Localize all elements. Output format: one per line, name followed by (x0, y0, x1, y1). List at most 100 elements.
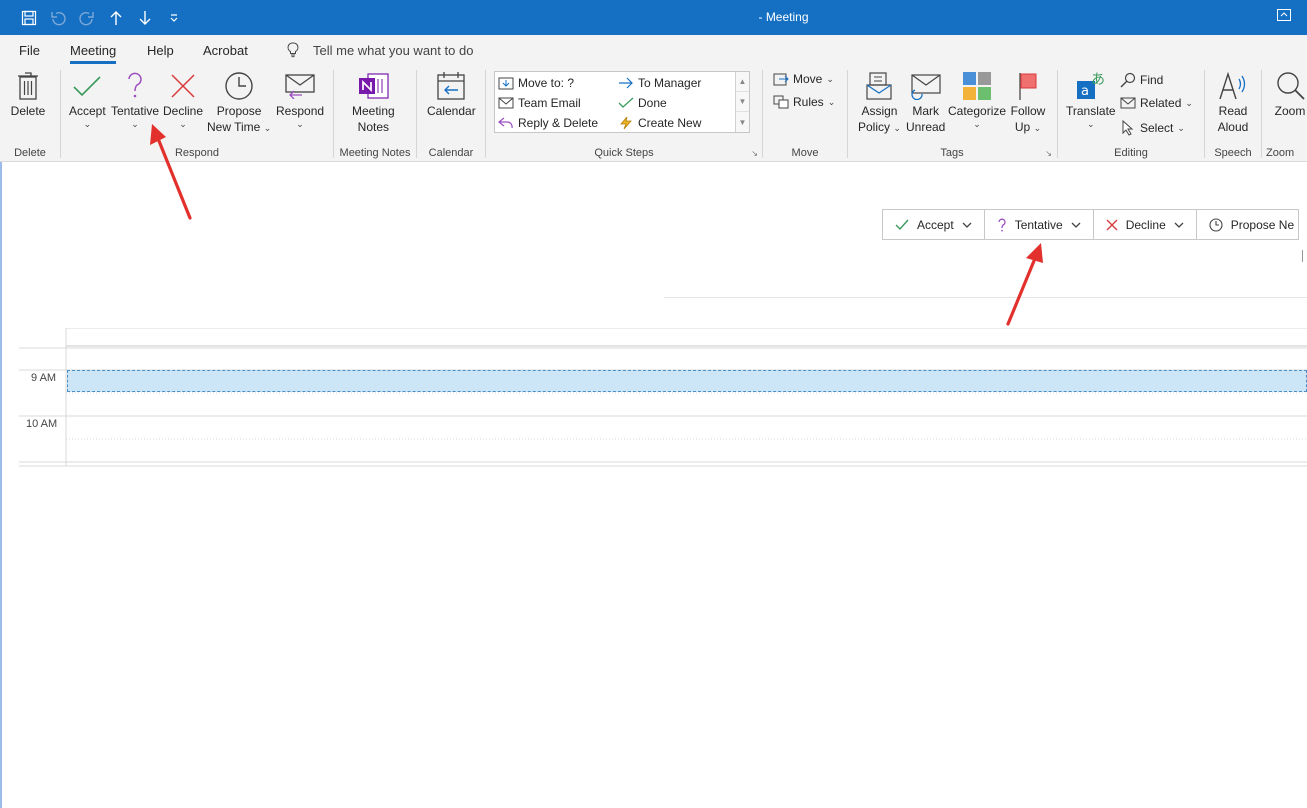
to-manager-label: To Manager (638, 76, 702, 90)
meeting-notes-button[interactable]: Meeting Notes (352, 69, 395, 135)
mark-line2: Unread (906, 120, 946, 134)
move-to-label: Move to: ? (518, 76, 575, 90)
search-icon (1120, 72, 1136, 88)
follow-line2: Up ⌄ (1014, 120, 1042, 134)
follow-line1: Follow (1010, 104, 1046, 118)
create-new-label: Create New (638, 116, 702, 130)
rules-icon (773, 95, 789, 109)
clock-icon (221, 69, 257, 103)
response-accept-button[interactable]: Accept (883, 210, 985, 239)
chevron-down-icon: ⌄ (131, 119, 139, 129)
quick-step-to-manager[interactable]: To Manager (618, 76, 701, 90)
calendar-button[interactable]: Calendar (427, 69, 476, 119)
propose-new-time-button[interactable]: Propose New Time ⌄ (207, 69, 271, 135)
select-button[interactable]: Select ⌄ (1120, 120, 1185, 136)
tab-help[interactable]: Help (147, 43, 174, 58)
quick-step-reply-delete[interactable]: Reply & Delete (498, 116, 598, 130)
response-decline-button[interactable]: Decline (1094, 210, 1197, 239)
done-label: Done (638, 96, 667, 110)
quick-step-done[interactable]: Done (618, 96, 667, 110)
meeting-time-slot[interactable] (67, 370, 1307, 392)
group-calendar: Calendar Calendar (417, 65, 485, 162)
group-speech: Read Aloud Speech (1205, 65, 1261, 162)
group-zoom-label: Zoom (1266, 147, 1295, 159)
question-mark-icon (998, 218, 1006, 231)
clipped-text-fragment (1302, 250, 1307, 262)
x-icon (1106, 219, 1118, 230)
accept-button[interactable]: Accept ⌄ (69, 69, 106, 129)
propose-label-text: New Time (207, 120, 261, 134)
related-button[interactable]: Related ⌄ (1120, 96, 1193, 110)
tab-acrobat[interactable]: Acrobat (203, 43, 248, 58)
quick-step-move-to[interactable]: Move to: ? (498, 76, 574, 90)
find-button[interactable]: Find (1120, 72, 1163, 88)
ribbon-display-options-icon[interactable] (1277, 9, 1291, 24)
quick-step-team-email[interactable]: Team Email (498, 96, 581, 110)
response-tentative-button[interactable]: Tentative (985, 210, 1094, 239)
delete-button[interactable]: Delete (10, 69, 46, 119)
read-line2: Aloud (1217, 120, 1249, 134)
group-editing-label: Editing (1114, 147, 1148, 159)
group-delete: Delete Delete (0, 65, 60, 162)
onenote-icon (355, 69, 391, 103)
rules-button[interactable]: Rules ⌄ (773, 95, 835, 109)
move-to-folder-icon (498, 77, 514, 90)
meeting-response-bar: Accept Tentative Decline Propose Ne (882, 209, 1300, 240)
lightning-icon (620, 116, 632, 130)
tab-meeting[interactable]: Meeting (70, 43, 117, 64)
assign-line1: Assign (861, 104, 898, 118)
find-label: Find (1140, 73, 1164, 87)
select-label: Select (1140, 121, 1174, 135)
envelope-unread-icon (908, 69, 944, 103)
check-icon (618, 97, 634, 108)
categorize-button[interactable]: Categorize ⌄ (948, 69, 1006, 129)
categorize-label: Categorize (948, 104, 1007, 118)
propose-label-line1: Propose (216, 104, 262, 118)
translate-icon: aあ (1073, 69, 1109, 103)
window-title: - Meeting (758, 10, 809, 24)
policy-icon (861, 69, 897, 103)
group-delete-label: Delete (14, 147, 46, 159)
categorize-icon (959, 69, 995, 103)
calendar-label: Calendar (427, 104, 476, 118)
reply-delete-label: Reply & Delete (518, 116, 599, 130)
chevron-down-icon (1174, 222, 1184, 228)
title-bar: - Meeting (0, 0, 1307, 35)
checkmark-icon (895, 219, 909, 230)
move-label: Move (793, 72, 823, 86)
cursor-icon (1122, 120, 1134, 136)
tab-file[interactable]: File (19, 43, 40, 58)
mark-unread-button[interactable]: Mark Unread (906, 69, 945, 135)
svg-text:あ: あ (1091, 72, 1105, 88)
group-meeting-notes: Meeting Notes Meeting Notes (334, 65, 416, 162)
assign-policy-button[interactable]: Assign Policy ⌄ (858, 69, 901, 135)
zoom-button[interactable]: Zoom (1272, 69, 1307, 119)
rules-label: Rules (793, 95, 824, 109)
decline-label: Decline (163, 104, 204, 118)
mark-line1: Mark (912, 104, 940, 118)
translate-button[interactable]: aあ Translate ⌄ (1066, 69, 1116, 129)
move-button[interactable]: Move ⌄ (773, 72, 834, 86)
response-propose-button[interactable]: Propose Ne (1197, 210, 1298, 239)
chevron-down-icon: ⌄ (973, 119, 981, 129)
read-aloud-button[interactable]: Read Aloud (1215, 69, 1251, 135)
response-tentative-label: Tentative (1014, 217, 1063, 232)
tell-me-search[interactable]: Tell me what you want to do (287, 42, 473, 58)
scroll-up-icon[interactable]: ▲ (736, 72, 749, 92)
response-decline-label: Decline (1125, 217, 1166, 232)
group-calendar-label: Calendar (428, 147, 474, 159)
quick-step-create-new[interactable]: Create New (618, 116, 701, 130)
group-quick-steps-label: Quick Steps (594, 147, 654, 159)
svg-text:a: a (1081, 84, 1089, 99)
meeting-notes-line2: Notes (357, 120, 390, 134)
gallery-more-icon[interactable]: ▼ (736, 112, 749, 132)
arrow-right-icon (619, 77, 633, 89)
scroll-down-icon[interactable]: ▼ (736, 92, 749, 112)
respond-button[interactable]: Respond ⌄ (276, 69, 324, 129)
tentative-label: Tentative (111, 104, 160, 118)
follow-up-button[interactable]: Follow Up ⌄ (1010, 69, 1046, 135)
quick-steps-scrollbar[interactable]: ▲ ▼ ▼ (735, 72, 749, 132)
calendar-grid (19, 327, 1307, 467)
dialog-launcher-icon[interactable]: ↘ (1045, 149, 1052, 158)
dialog-launcher-icon[interactable]: ↘ (751, 149, 758, 158)
